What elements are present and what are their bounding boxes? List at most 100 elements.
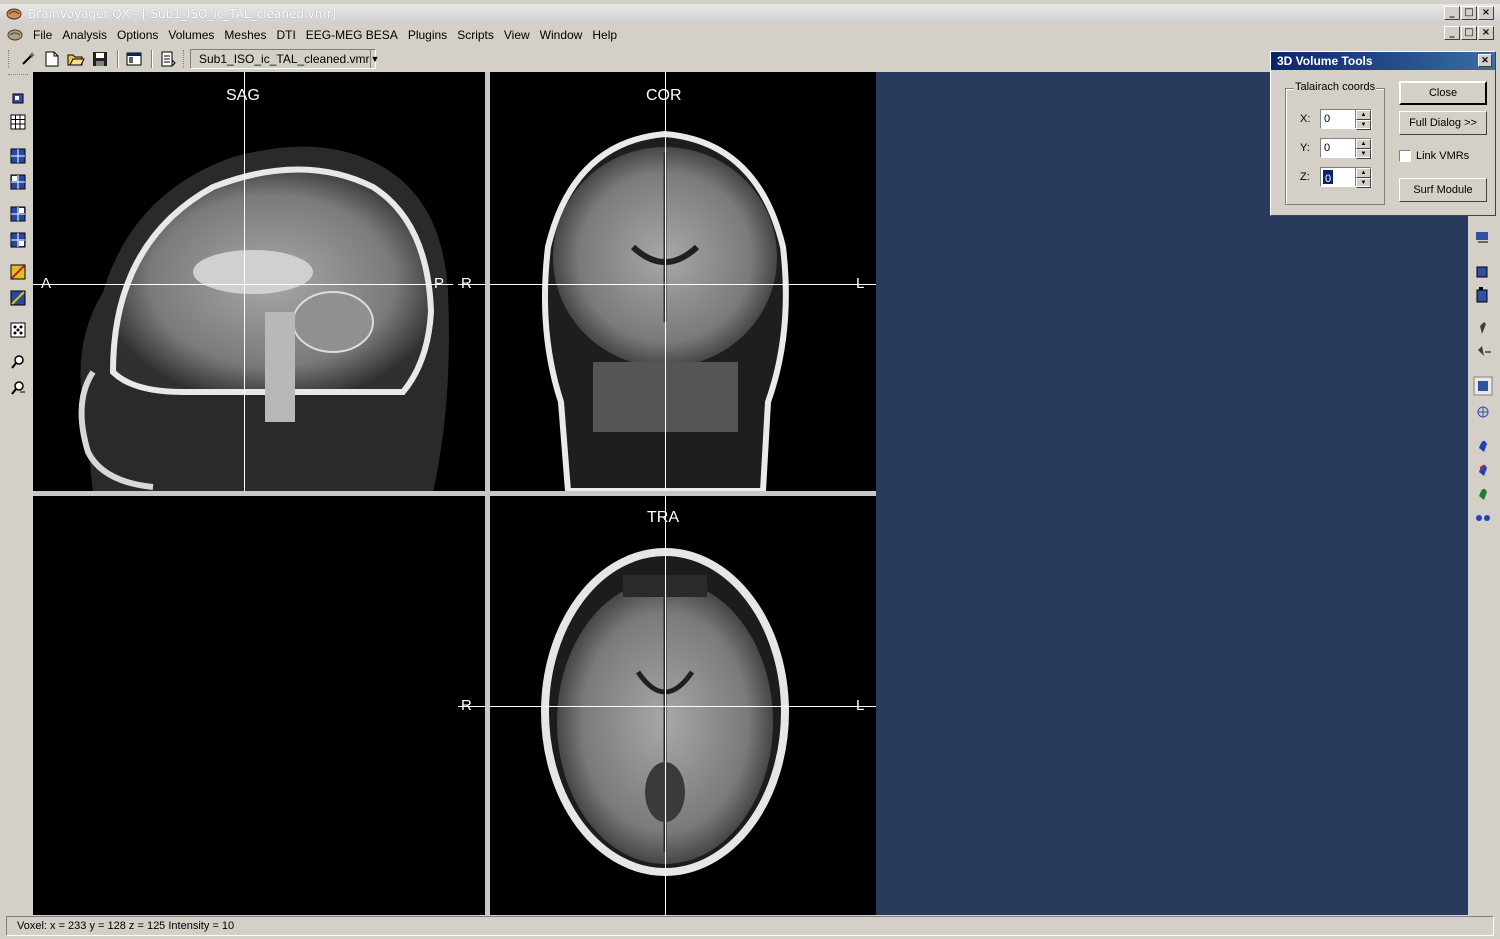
view-divider-horizontal[interactable] xyxy=(33,491,876,496)
x-coord-spinner[interactable]: 0 ▲ ▼ xyxy=(1320,109,1372,130)
full-dialog-button[interactable]: Full Dialog >> xyxy=(1399,111,1487,135)
transversal-view-label: TRA xyxy=(647,509,679,526)
sag-crosshair-vertical xyxy=(244,72,245,491)
menu-bar: File Analysis Options Volumes Meshes DTI… xyxy=(0,24,1500,46)
sagittal-view-icon[interactable] xyxy=(8,146,28,166)
window-titlebar: BrainVoyager QX - [ Sub1_ISO_ic_TAL_clea… xyxy=(0,4,1500,24)
minimize-button[interactable]: _ xyxy=(1444,6,1460,20)
x-coord-value[interactable]: 0 xyxy=(1321,110,1355,128)
y-coord-spinner[interactable]: 0 ▲ ▼ xyxy=(1320,138,1372,159)
dialog-close-icon[interactable]: ✕ xyxy=(1478,54,1492,67)
y-coord-value[interactable]: 0 xyxy=(1321,139,1355,157)
link-vmrs-label: Link VMRs xyxy=(1416,150,1470,162)
maximize-button[interactable]: □ xyxy=(1461,6,1477,20)
chevron-down-icon[interactable]: ▼ xyxy=(369,50,379,68)
grid-view-icon[interactable] xyxy=(8,112,28,132)
x-up-arrow-icon[interactable]: ▲ xyxy=(1356,110,1371,120)
dialog-title: 3D Volume Tools xyxy=(1277,54,1373,68)
y-down-arrow-icon[interactable]: ▼ xyxy=(1356,149,1371,159)
menu-window[interactable]: Window xyxy=(535,28,588,42)
menu-meshes[interactable]: Meshes xyxy=(219,28,271,42)
link-vmrs-row[interactable]: Link VMRs xyxy=(1399,150,1469,162)
menu-options[interactable]: Options xyxy=(112,28,163,42)
save-disk-icon[interactable] xyxy=(89,49,111,69)
overlay-map-icon[interactable] xyxy=(8,262,28,282)
toolbar-separator xyxy=(117,50,119,68)
coronal-view-icon[interactable] xyxy=(8,172,28,192)
z-coord-value[interactable]: 0 xyxy=(1323,170,1334,185)
y-up-arrow-icon[interactable]: ▲ xyxy=(1356,139,1371,149)
transversal-orientation-left: R xyxy=(461,697,472,714)
coronal-view-label: COR xyxy=(646,87,682,104)
sagittal-slice-image[interactable] xyxy=(78,146,450,492)
document-selector-dropdown[interactable]: Sub1_ISO_ic_TAL_cleaned.vmr ▼ xyxy=(190,49,379,69)
window-layout-icon[interactable] xyxy=(123,49,145,69)
toolbar-grip[interactable] xyxy=(183,50,186,68)
link-vmrs-checkbox[interactable] xyxy=(1399,150,1411,162)
doc-close-button[interactable]: × xyxy=(1478,26,1494,40)
wand-icon[interactable] xyxy=(17,49,39,69)
x-label: X: xyxy=(1300,113,1311,125)
main-toolbar: Sub1_ISO_ic_TAL_cleaned.vmr ▼ xyxy=(0,46,1270,72)
z-up-arrow-icon[interactable]: ▲ xyxy=(1356,168,1371,178)
talairach-coords-group: Talairach coords X: 0 ▲ ▼ Y: 0 ▲ ▼ Z: 0 ▲ ▼ xyxy=(1285,81,1385,205)
head-red-icon[interactable] xyxy=(1479,464,1487,476)
menu-eeg-meg-besa[interactable]: EEG-MEG BESA xyxy=(301,28,403,42)
brainvoyager-app-icon xyxy=(6,8,22,20)
menu-help[interactable]: Help xyxy=(587,28,622,42)
menu-volumes[interactable]: Volumes xyxy=(163,28,219,42)
transversal-view-icon[interactable] xyxy=(8,204,28,224)
overlay-toggle-icon[interactable] xyxy=(8,288,28,308)
status-bar: Voxel: x = 233 y = 128 z = 125 Intensity… xyxy=(6,916,1494,936)
window-title: BrainVoyager QX - [ Sub1_ISO_ic_TAL_clea… xyxy=(28,7,337,21)
menu-file[interactable]: File xyxy=(28,28,57,42)
tra-crosshair-horizontal xyxy=(458,706,876,707)
single-view-icon[interactable] xyxy=(8,88,28,108)
surf-module-button[interactable]: Surf Module xyxy=(1399,178,1487,202)
z-coord-spinner[interactable]: 0 ▲ ▼ xyxy=(1320,167,1372,188)
mesh-wire-icon[interactable] xyxy=(1477,406,1489,418)
head-pair-icon[interactable] xyxy=(1476,515,1490,521)
z-coord-row: Z: 0 ▲ ▼ xyxy=(1300,167,1372,188)
menu-view[interactable]: View xyxy=(499,28,535,42)
close-button[interactable]: Close xyxy=(1399,81,1487,105)
volume-viewport[interactable]: SAG A P COR R L TRA R L xyxy=(33,72,876,915)
menu-plugins[interactable]: Plugins xyxy=(403,28,452,42)
menu-scripts[interactable]: Scripts xyxy=(452,28,499,42)
doc-restore-button[interactable]: □ xyxy=(1461,26,1477,40)
doc-minimize-button[interactable]: _ xyxy=(1444,26,1460,40)
cor-crosshair-horizontal xyxy=(458,284,876,285)
open-folder-icon[interactable] xyxy=(65,49,87,69)
mesh-tool-icon[interactable] xyxy=(1476,232,1488,243)
dialog-titlebar[interactable]: 3D Volume Tools ✕ xyxy=(1271,52,1495,70)
z-down-arrow-icon[interactable]: ▼ xyxy=(1356,178,1371,188)
sagittal-view-label: SAG xyxy=(226,87,260,104)
document-brain-icon[interactable] xyxy=(6,28,24,42)
new-document-icon[interactable] xyxy=(41,49,63,69)
zoom-in-icon[interactable] xyxy=(8,352,28,372)
cube-select-icon[interactable] xyxy=(1473,376,1493,396)
arrow-tool-icon[interactable] xyxy=(1478,346,1491,356)
pen-tool-icon[interactable] xyxy=(1480,322,1486,334)
document-selector-value: Sub1_ISO_ic_TAL_cleaned.vmr xyxy=(199,52,370,66)
menu-analysis[interactable]: Analysis xyxy=(57,28,112,42)
close-window-button[interactable]: × xyxy=(1478,6,1494,20)
volume-stack-icon[interactable] xyxy=(1476,287,1488,303)
voxel-status-text: Voxel: x = 233 y = 128 z = 125 Intensity… xyxy=(17,920,235,932)
toolbar-grip[interactable] xyxy=(8,50,11,68)
x-down-arrow-icon[interactable]: ▼ xyxy=(1356,120,1371,130)
toolbar-grip[interactable] xyxy=(8,74,28,82)
cor-crosshair-vertical xyxy=(665,72,666,491)
menu-dti[interactable]: DTI xyxy=(271,28,300,42)
document-list-icon[interactable] xyxy=(157,49,179,69)
volume-tools-dialog: 3D Volume Tools ✕ Talairach coords X: 0 … xyxy=(1270,51,1496,216)
volume-box-icon[interactable] xyxy=(1476,266,1488,278)
voxel-grid-icon[interactable] xyxy=(8,320,28,340)
head-blue-icon[interactable] xyxy=(1479,440,1487,452)
sagittal-orientation-right: P xyxy=(434,275,445,292)
tri-view-icon[interactable] xyxy=(8,230,28,250)
z-label: Z: xyxy=(1300,171,1310,183)
sagittal-orientation-left: A xyxy=(41,275,52,292)
zoom-out-icon[interactable] xyxy=(8,378,28,398)
head-green-icon[interactable] xyxy=(1479,488,1487,500)
